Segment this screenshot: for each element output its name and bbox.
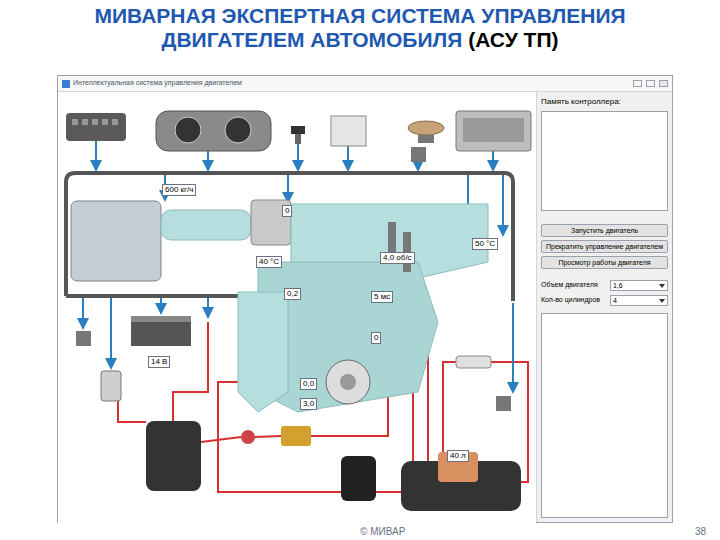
sensor-readout: 600 кг/ч [162, 184, 196, 196]
slide-title: МИВАРНАЯ ЭКСПЕРТНАЯ СИСТЕМА УПРАВЛЕНИЯДВ… [0, 0, 720, 75]
sensor-readout: 5 мс [371, 291, 393, 303]
sensor-readout: 14 В [148, 356, 170, 368]
panel-button[interactable]: Запустить двигатель [541, 224, 668, 237]
panel-field: Кол-во цилиндров4 [541, 295, 668, 306]
window-titlebar: Интеллектуальная система управления двиг… [58, 76, 672, 92]
app-icon [62, 80, 70, 88]
minimize-button[interactable] [633, 80, 642, 87]
dropdown-arrow-icon [659, 284, 665, 288]
slide: МИВАРНАЯ ЭКСПЕРТНАЯ СИСТЕМА УПРАВЛЕНИЯДВ… [0, 0, 720, 540]
page-number: 38 [695, 524, 706, 539]
panel-field: Объем двигателя1,6 [541, 280, 668, 291]
sensor-readout: 0,2 [284, 288, 301, 300]
memory-label: Память контроллера: [541, 96, 668, 108]
sensor-readout: 3,0 [300, 398, 317, 410]
memory-box[interactable] [541, 111, 668, 211]
field-select[interactable]: 4 [610, 295, 668, 306]
sensor-readout: 0 [282, 205, 292, 217]
sensor-readout: 4,0 об/с [380, 252, 415, 264]
output-box [541, 313, 668, 518]
sensor-readout: 0,0 [300, 378, 317, 390]
panel-button[interactable]: Прекратить управление двигателем [541, 240, 668, 253]
field-select[interactable]: 1,6 [610, 280, 668, 291]
sensor-readout: 40 л [447, 450, 469, 462]
sensor-readout: 50 °C [472, 238, 498, 250]
sensor-readout: 0 [371, 332, 381, 344]
dropdown-arrow-icon [659, 299, 665, 303]
maximize-button[interactable] [646, 80, 655, 87]
control-panel: Память контроллера: Запустить двигатель Пр… [536, 92, 672, 522]
close-button[interactable] [659, 80, 668, 87]
sensor-readout: 40 °C [256, 256, 282, 268]
app-window: Интеллектуальная система управления двиг… [57, 75, 673, 523]
engine-diagram: 600 кг/ч 0 40 °C 4,0 об/с 50 °C 0,2 5 мс 0 14 В 0… [58, 92, 536, 524]
panel-button[interactable]: Просмотр работы двигателя [541, 256, 668, 269]
slide-footer: © МИВАР38 [0, 523, 720, 540]
